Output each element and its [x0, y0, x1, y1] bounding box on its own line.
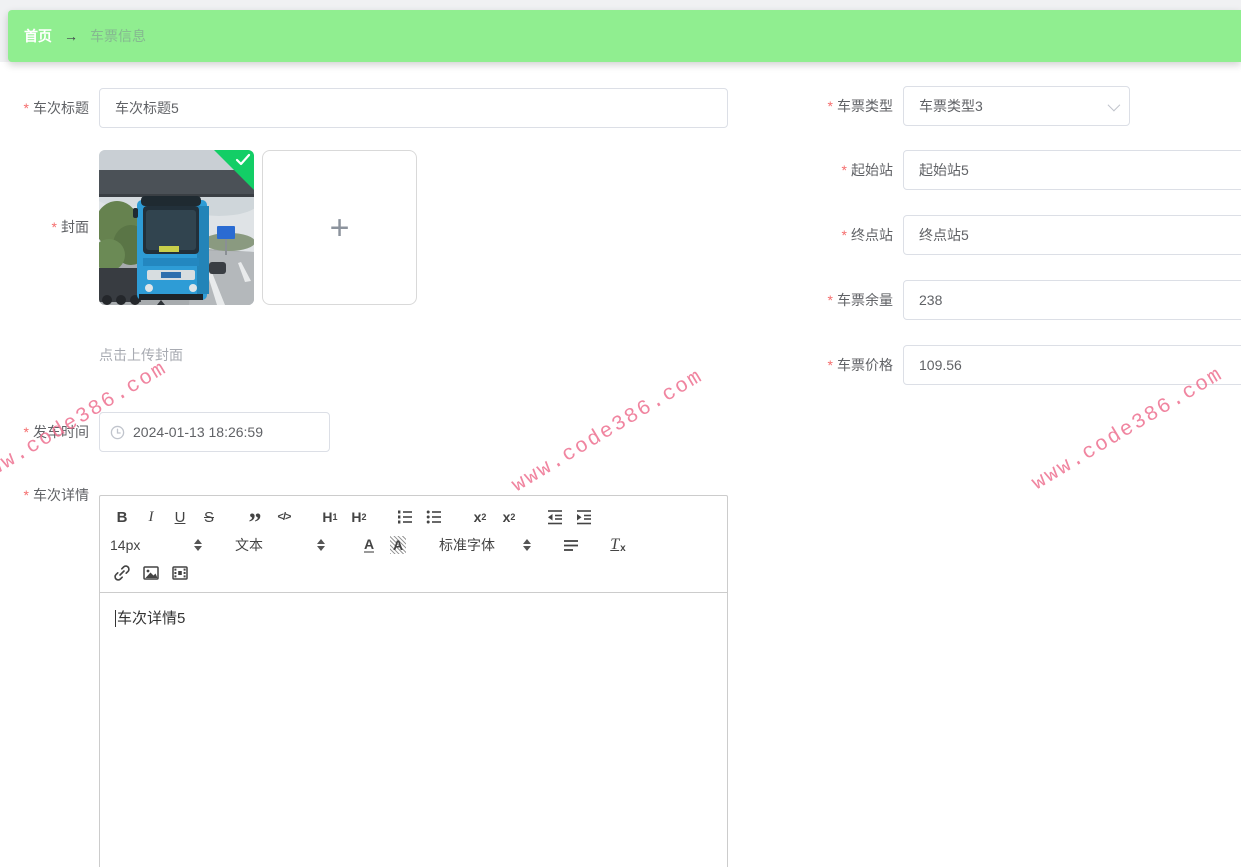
- bold-button[interactable]: B: [110, 505, 134, 529]
- text-color-button[interactable]: A: [357, 533, 381, 557]
- insert-video-button[interactable]: [168, 561, 192, 585]
- required-mark: *: [23, 100, 29, 116]
- background-color-button[interactable]: A: [386, 533, 410, 557]
- font-size-picker[interactable]: 14px: [110, 533, 202, 557]
- train-details-label: * 车次详情: [23, 487, 89, 503]
- toolbar-row-3: [110, 560, 717, 586]
- code-block-button[interactable]: </>: [272, 505, 296, 529]
- strikethrough-button[interactable]: S: [197, 505, 221, 529]
- tickets-remaining-input[interactable]: [903, 280, 1241, 320]
- clear-format-button[interactable]: T x: [606, 533, 630, 557]
- insert-image-button[interactable]: [139, 561, 163, 585]
- clear-format-icon: T: [610, 536, 620, 553]
- align-button[interactable]: [559, 533, 583, 557]
- start-station-label: * 起始站: [841, 162, 893, 178]
- required-mark: *: [23, 487, 29, 503]
- cover-thumbnail[interactable]: [99, 150, 254, 305]
- font-family-value: 标准字体: [439, 537, 495, 553]
- bullet-list-button[interactable]: [422, 505, 446, 529]
- departure-time-label: * 发车时间: [23, 424, 89, 440]
- font-size-value: 14px: [110, 537, 141, 553]
- superscript-button[interactable]: x2: [497, 505, 521, 529]
- align-icon: [564, 540, 578, 551]
- breadcrumb-current: 车票信息: [90, 28, 146, 44]
- required-mark: *: [841, 227, 847, 243]
- bullet-list-icon: [426, 510, 441, 524]
- end-station-label: * 终点站: [841, 227, 893, 243]
- ticket-price-label: * 车票价格: [827, 357, 893, 373]
- watermark: www.code386.com: [508, 365, 708, 498]
- ordered-list-icon: [398, 510, 412, 524]
- ticket-type-select[interactable]: 车票类型3: [903, 86, 1130, 126]
- italic-button[interactable]: I: [139, 505, 163, 529]
- underline-button[interactable]: U: [168, 505, 192, 529]
- departure-time-picker[interactable]: 2024-01-13 18:26:59: [99, 412, 330, 452]
- train-title-input[interactable]: [99, 88, 728, 128]
- required-mark: *: [827, 98, 833, 114]
- ordered-list-button[interactable]: [393, 505, 417, 529]
- background-color-icon: A: [389, 536, 407, 554]
- breadcrumb-arrow-icon: →: [64, 28, 78, 44]
- header-format-value: 文本: [235, 537, 263, 553]
- heading2-button[interactable]: H2: [347, 505, 371, 529]
- toolbar-row-2: 14px 文本 A A 标准字体 T x: [110, 532, 717, 558]
- tickets-remaining-label: * 车票余量: [827, 292, 893, 308]
- required-mark: *: [51, 219, 57, 235]
- breadcrumb: 首页 → 车票信息: [8, 10, 1241, 62]
- header-format-picker[interactable]: 文本: [235, 533, 325, 557]
- departure-time-value: 2024-01-13 18:26:59: [133, 424, 263, 440]
- link-icon: [114, 565, 130, 581]
- check-icon: [235, 153, 251, 166]
- cover-label: * 封面: [51, 219, 89, 235]
- video-icon: [172, 566, 188, 580]
- toolbar-row-1: B I U S ” </> H1 H2 x 2 x 2: [110, 504, 717, 536]
- editor-toolbar: B I U S ” </> H1 H2 x 2 x 2 14px 文本 A A …: [100, 496, 727, 593]
- blockquote-button[interactable]: ”: [243, 505, 267, 536]
- text-color-icon: A: [363, 536, 375, 553]
- editor-content[interactable]: 车次详情5: [100, 593, 727, 867]
- ticket-type-label: * 车票类型: [827, 98, 893, 114]
- required-mark: *: [827, 292, 833, 308]
- rich-text-editor: B I U S ” </> H1 H2 x 2 x 2 14px 文本 A A …: [99, 495, 728, 867]
- end-station-input[interactable]: [903, 215, 1241, 255]
- font-family-picker[interactable]: 标准字体: [439, 533, 531, 557]
- heading1-button[interactable]: H1: [318, 505, 342, 529]
- image-icon: [143, 566, 159, 580]
- picker-arrows-icon: [194, 539, 202, 551]
- subscript-button[interactable]: x2: [468, 505, 492, 529]
- required-mark: *: [827, 357, 833, 373]
- editor-text: 车次详情5: [115, 610, 186, 627]
- clock-icon: [110, 425, 125, 439]
- plus-icon: +: [329, 208, 350, 247]
- picker-arrows-icon: [317, 539, 325, 551]
- outdent-icon: [548, 510, 562, 525]
- required-mark: *: [23, 424, 29, 440]
- required-mark: *: [841, 162, 847, 178]
- indent-button[interactable]: [572, 505, 596, 529]
- link-button[interactable]: [110, 561, 134, 585]
- cover-upload-button[interactable]: +: [262, 150, 417, 305]
- ticket-type-value: 车票类型3: [919, 98, 983, 114]
- start-station-input[interactable]: [903, 150, 1241, 190]
- breadcrumb-home-link[interactable]: 首页: [24, 26, 52, 46]
- cover-upload-hint: 点击上传封面: [99, 347, 183, 363]
- outdent-button[interactable]: [543, 505, 567, 529]
- picker-arrows-icon: [523, 539, 531, 551]
- ticket-info-page: 首页 → 车票信息 *车次标题 *封面: [0, 0, 1241, 867]
- chevron-down-icon: [1107, 98, 1121, 111]
- train-title-label: * 车次标题: [23, 100, 89, 116]
- indent-icon: [577, 510, 591, 525]
- ticket-price-input[interactable]: [903, 345, 1241, 385]
